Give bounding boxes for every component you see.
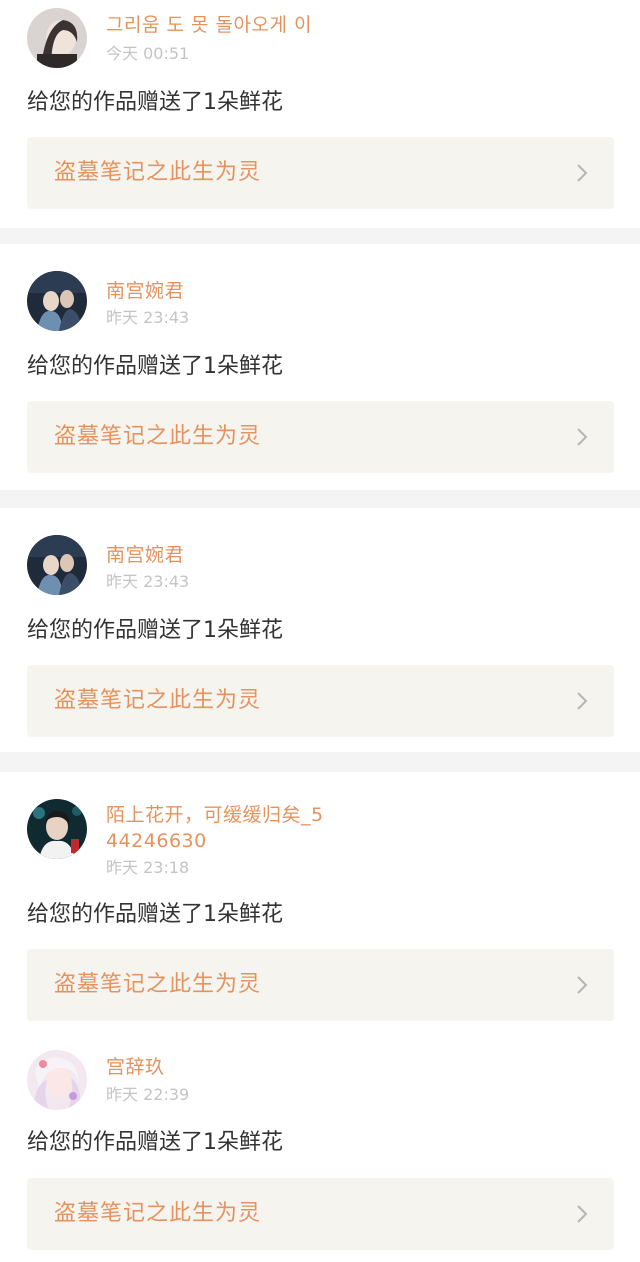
chevron-right-icon — [577, 1205, 588, 1223]
username[interactable]: 그리움 도 못 돌아오게 이 — [106, 12, 336, 38]
work-title: 盗墓笔记之此生为灵 — [54, 1201, 262, 1226]
work-title: 盗墓笔记之此生为灵 — [54, 688, 262, 713]
username[interactable]: 南宫婉君 — [106, 542, 336, 568]
avatar[interactable] — [27, 1050, 87, 1110]
avatar[interactable] — [27, 535, 87, 595]
gift-message: 给您的作品赠送了1朵鲜花 — [27, 902, 283, 927]
avatar[interactable] — [27, 799, 87, 859]
gift-message: 给您的作品赠送了1朵鲜花 — [27, 90, 283, 115]
notification-card: 南宫婉君 昨天 23:43 给您的作品赠送了1朵鲜花 盗墓笔记之此生为灵 — [0, 508, 640, 752]
timestamp: 今天 00:51 — [106, 44, 190, 63]
timestamp: 昨天 22:39 — [106, 1085, 190, 1104]
timestamp: 昨天 23:18 — [106, 858, 190, 877]
divider — [0, 228, 640, 244]
notification-card: 그리움 도 못 돌아오게 이 今天 00:51 给您的作品赠送了1朵鲜花 盗墓笔… — [0, 0, 640, 228]
chevron-right-icon — [577, 976, 588, 994]
work-link[interactable]: 盗墓笔记之此生为灵 — [27, 137, 614, 209]
notification-card: 陌上花开，可缓缓归矣_544246630 昨天 23:18 给您的作品赠送了1朵… — [0, 772, 640, 1038]
username[interactable]: 南宫婉君 — [106, 278, 336, 304]
chevron-right-icon — [577, 692, 588, 710]
gift-message: 给您的作品赠送了1朵鲜花 — [27, 1130, 283, 1155]
work-title: 盗墓笔记之此生为灵 — [54, 424, 262, 449]
divider — [0, 490, 640, 508]
avatar[interactable] — [27, 8, 87, 68]
work-link[interactable]: 盗墓笔记之此生为灵 — [27, 401, 614, 473]
notification-card: 南宫婉君 昨天 23:43 给您的作品赠送了1朵鲜花 盗墓笔记之此生为灵 — [0, 244, 640, 490]
work-link[interactable]: 盗墓笔记之此生为灵 — [27, 1178, 614, 1250]
timestamp: 昨天 23:43 — [106, 308, 190, 327]
divider — [0, 752, 640, 772]
timestamp: 昨天 23:43 — [106, 572, 190, 591]
work-link[interactable]: 盗墓笔记之此生为灵 — [27, 949, 614, 1021]
notification-card: 宫辞玖 昨天 22:39 给您的作品赠送了1朵鲜花 盗墓笔记之此生为灵 — [0, 1038, 640, 1262]
gift-message: 给您的作品赠送了1朵鲜花 — [27, 618, 283, 643]
notification-feed: 그리움 도 못 돌아오게 이 今天 00:51 给您的作品赠送了1朵鲜花 盗墓笔… — [0, 0, 640, 1262]
avatar[interactable] — [27, 271, 87, 331]
chevron-right-icon — [577, 428, 588, 446]
work-title: 盗墓笔记之此生为灵 — [54, 972, 262, 997]
gift-message: 给您的作品赠送了1朵鲜花 — [27, 354, 283, 379]
work-link[interactable]: 盗墓笔记之此生为灵 — [27, 665, 614, 737]
work-title: 盗墓笔记之此生为灵 — [54, 160, 262, 185]
username[interactable]: 宫辞玖 — [106, 1054, 336, 1080]
chevron-right-icon — [577, 164, 588, 182]
username[interactable]: 陌上花开，可缓缓归矣_544246630 — [106, 802, 336, 854]
